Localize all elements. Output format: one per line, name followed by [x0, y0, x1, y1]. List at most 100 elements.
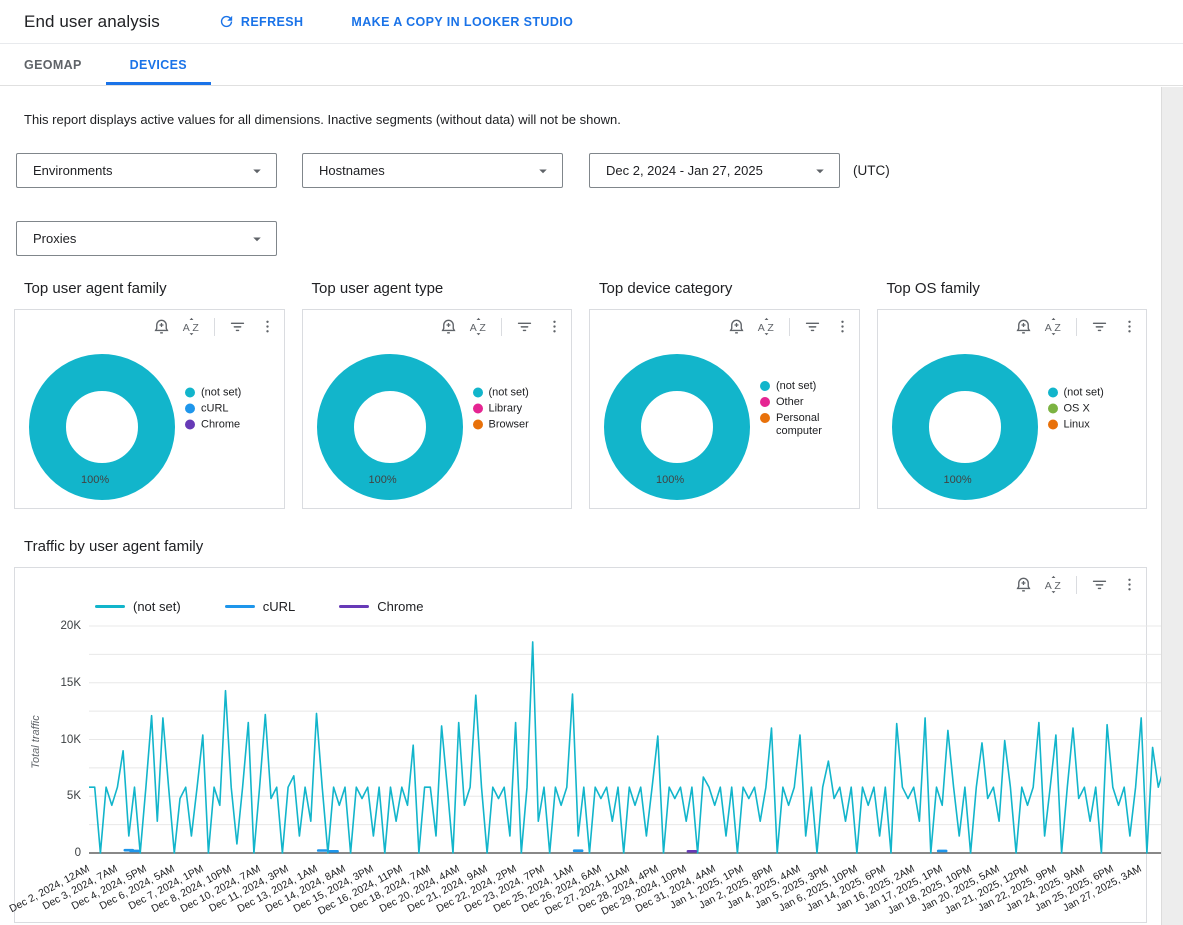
legend-item[interactable]: Linux	[1048, 419, 1104, 432]
more-vert-icon[interactable]	[257, 316, 278, 337]
sort-az-icon[interactable]: AZ	[1043, 316, 1064, 337]
legend-item[interactable]: (not set)	[185, 387, 241, 400]
donut-chart[interactable]: 100%	[890, 352, 1040, 502]
environments-filter[interactable]: Environments	[16, 153, 277, 188]
legend-color-dot	[473, 420, 483, 430]
filter-row-1: Environments Hostnames Dec 2, 2024 - Jan…	[16, 153, 1161, 188]
donut-column-3: Top device category AZ 100% (not set) Other P…	[589, 280, 860, 509]
traffic-chart-card[interactable]: AZ(not set)cURLChrome05K10K15K20KTotal t…	[14, 567, 1147, 923]
refresh-button[interactable]: REFRESH	[218, 13, 304, 30]
legend-item[interactable]: OS X	[1048, 403, 1104, 416]
filter-icon[interactable]	[1089, 316, 1110, 337]
donut-card-3[interactable]: AZ 100% (not set) Other Personal computer	[589, 309, 860, 509]
sort-az-icon[interactable]: AZ	[1043, 574, 1064, 595]
donut-chart[interactable]: 100%	[315, 352, 465, 502]
legend-label: Linux	[1064, 419, 1090, 432]
legend-label: Chrome	[377, 599, 423, 614]
donut-title-3: Top device category	[599, 280, 860, 297]
filter-icon[interactable]	[802, 316, 823, 337]
legend-color-dot	[760, 397, 770, 407]
more-vert-icon[interactable]	[1119, 574, 1140, 595]
date-range-filter[interactable]: Dec 2, 2024 - Jan 27, 2025	[589, 153, 840, 188]
donut-title-1: Top user agent family	[24, 280, 285, 297]
make-copy-button[interactable]: MAKE A COPY IN LOOKER STUDIO	[351, 15, 573, 29]
legend-color-dot	[185, 404, 195, 414]
chart-toolbar: AZ	[726, 316, 853, 337]
donut-legend: (not set) OS X Linux	[1048, 384, 1104, 435]
legend-item[interactable]: (not set)	[760, 380, 854, 393]
donut-card-4[interactable]: AZ100% (not set) OS X Linux	[877, 309, 1148, 509]
donut-chart[interactable]: 100%	[27, 352, 177, 502]
sort-az-icon[interactable]: AZ	[181, 316, 202, 337]
proxies-filter[interactable]: Proxies	[16, 221, 277, 256]
legend-label: Library	[489, 403, 523, 416]
tab-geomap[interactable]: GEOMAP	[0, 44, 106, 85]
legend-label: (not set)	[489, 387, 529, 400]
legend-item[interactable]: (not set)	[473, 387, 529, 400]
timezone-label: (UTC)	[853, 163, 890, 178]
donut-title-4: Top OS family	[887, 280, 1148, 297]
legend-item[interactable]: (not set)	[1048, 387, 1104, 400]
y-axis-title: Total traffic	[30, 677, 42, 807]
add-alert-icon[interactable]	[1013, 316, 1034, 337]
chevron-down-icon	[248, 162, 266, 180]
legend-line-swatch	[95, 605, 125, 608]
refresh-icon	[218, 13, 235, 30]
sort-az-icon[interactable]: AZ	[756, 316, 777, 337]
donut-chart[interactable]: 100%	[602, 352, 752, 502]
hostnames-filter[interactable]: Hostnames	[302, 153, 563, 188]
svg-text:A: A	[1045, 580, 1052, 592]
more-vert-icon[interactable]	[544, 316, 565, 337]
filter-icon[interactable]	[1089, 574, 1110, 595]
donut-column-4: Top OS family AZ100% (not set) OS X Linux	[877, 280, 1148, 509]
donut-slice-label: 100%	[656, 474, 684, 486]
donut-column-2: Top user agent typeAZ100%(not set)Librar…	[302, 280, 573, 509]
tab-devices[interactable]: DEVICES	[106, 44, 211, 85]
legend-item[interactable]: Other	[760, 396, 854, 409]
legend-item[interactable]: Chrome	[339, 599, 423, 614]
svg-text:Z: Z	[1054, 580, 1061, 592]
page-scroll-gutter[interactable]	[1161, 87, 1183, 925]
donut-slice-label: 100%	[81, 474, 109, 486]
legend-item[interactable]: cURL	[185, 403, 241, 416]
traffic-plot-area[interactable]	[89, 625, 1164, 854]
more-vert-icon[interactable]	[1119, 316, 1140, 337]
legend-label: (not set)	[776, 380, 816, 393]
donut-chart-grid: Top user agent familyAZ100%(not set)cURL…	[14, 280, 1147, 509]
y-axis-tick-label: 15K	[19, 677, 81, 689]
donut-card-2[interactable]: AZ100% (not set) Library Browser	[302, 309, 573, 509]
add-alert-icon[interactable]	[726, 316, 747, 337]
more-vert-icon[interactable]	[832, 316, 853, 337]
legend-item[interactable]: cURL	[225, 599, 296, 614]
donut-card-1[interactable]: AZ 100% (not set) cURL Chrome	[14, 309, 285, 509]
traffic-chart-title: Traffic by user agent family	[24, 538, 1161, 555]
legend-item[interactable]: Personal computer	[760, 412, 854, 438]
legend-color-dot	[1048, 388, 1058, 398]
traffic-chart-legend: (not set) cURL Chrome	[95, 599, 423, 614]
report-canvas: This report displays active values for a…	[0, 112, 1161, 923]
svg-text:Z: Z	[1054, 322, 1061, 334]
donut-legend: (not set) cURL Chrome	[185, 384, 241, 435]
legend-item[interactable]: Chrome	[185, 419, 241, 432]
toolbar-divider	[789, 318, 790, 336]
legend-color-dot	[185, 420, 195, 430]
filter-icon[interactable]	[227, 316, 248, 337]
legend-color-dot	[760, 381, 770, 391]
add-alert-icon[interactable]	[438, 316, 459, 337]
legend-label: OS X	[1064, 403, 1090, 416]
legend-color-dot	[1048, 420, 1058, 430]
toolbar-divider	[214, 318, 215, 336]
chevron-down-icon	[534, 162, 552, 180]
sort-az-icon[interactable]: AZ	[468, 316, 489, 337]
legend-color-dot	[473, 388, 483, 398]
add-alert-icon[interactable]	[151, 316, 172, 337]
refresh-label: REFRESH	[241, 15, 304, 29]
legend-item[interactable]: Browser	[473, 419, 529, 432]
legend-label: (not set)	[1064, 387, 1104, 400]
filter-icon[interactable]	[514, 316, 535, 337]
legend-item[interactable]: (not set)	[95, 599, 181, 614]
legend-item[interactable]: Library	[473, 403, 529, 416]
chevron-down-icon	[811, 162, 829, 180]
date-range-value: Dec 2, 2024 - Jan 27, 2025	[606, 163, 763, 178]
add-alert-icon[interactable]	[1013, 574, 1034, 595]
